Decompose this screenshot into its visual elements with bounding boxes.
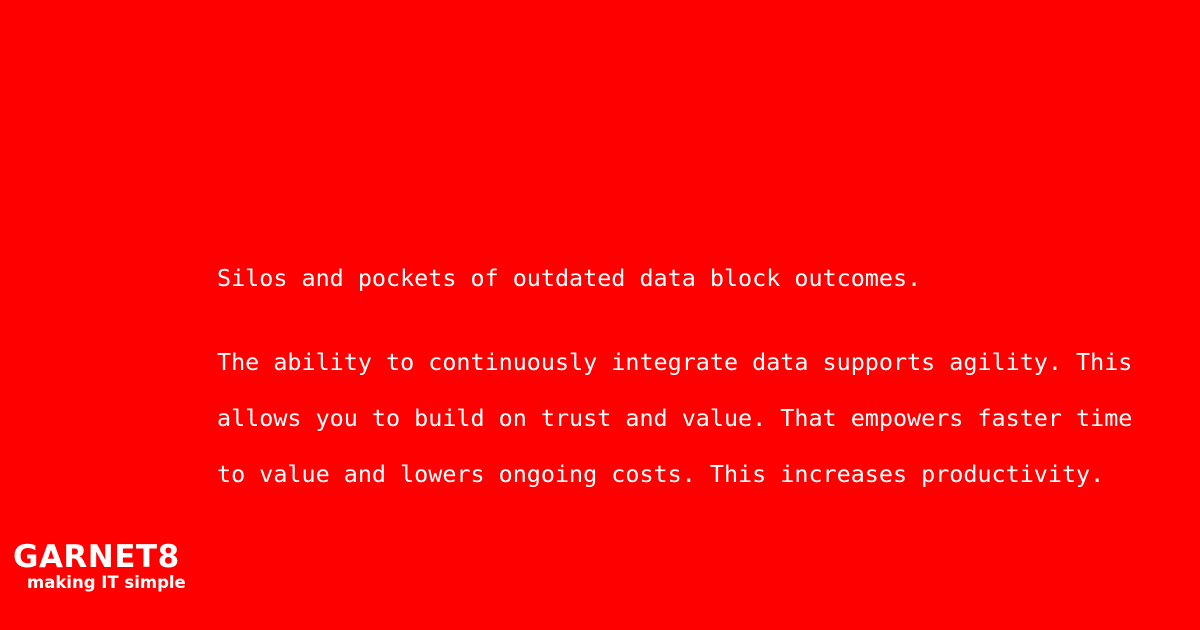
- headline-text: Silos and pockets of outdated data block…: [217, 264, 922, 292]
- body-line-1: The ability to continuously integrate da…: [217, 348, 1133, 376]
- logo-tagline: making IT simple: [27, 573, 186, 592]
- logo-name: GARNET8: [13, 539, 180, 575]
- garnet8-logo: GARNET8 making IT simple: [13, 540, 193, 592]
- body-line-3: to value and lowers ongoing costs. This …: [217, 460, 1105, 488]
- body-line-2: allows you to build on trust and value. …: [217, 404, 1133, 432]
- message-text-block: Silos and pockets of outdated data block…: [217, 236, 1177, 516]
